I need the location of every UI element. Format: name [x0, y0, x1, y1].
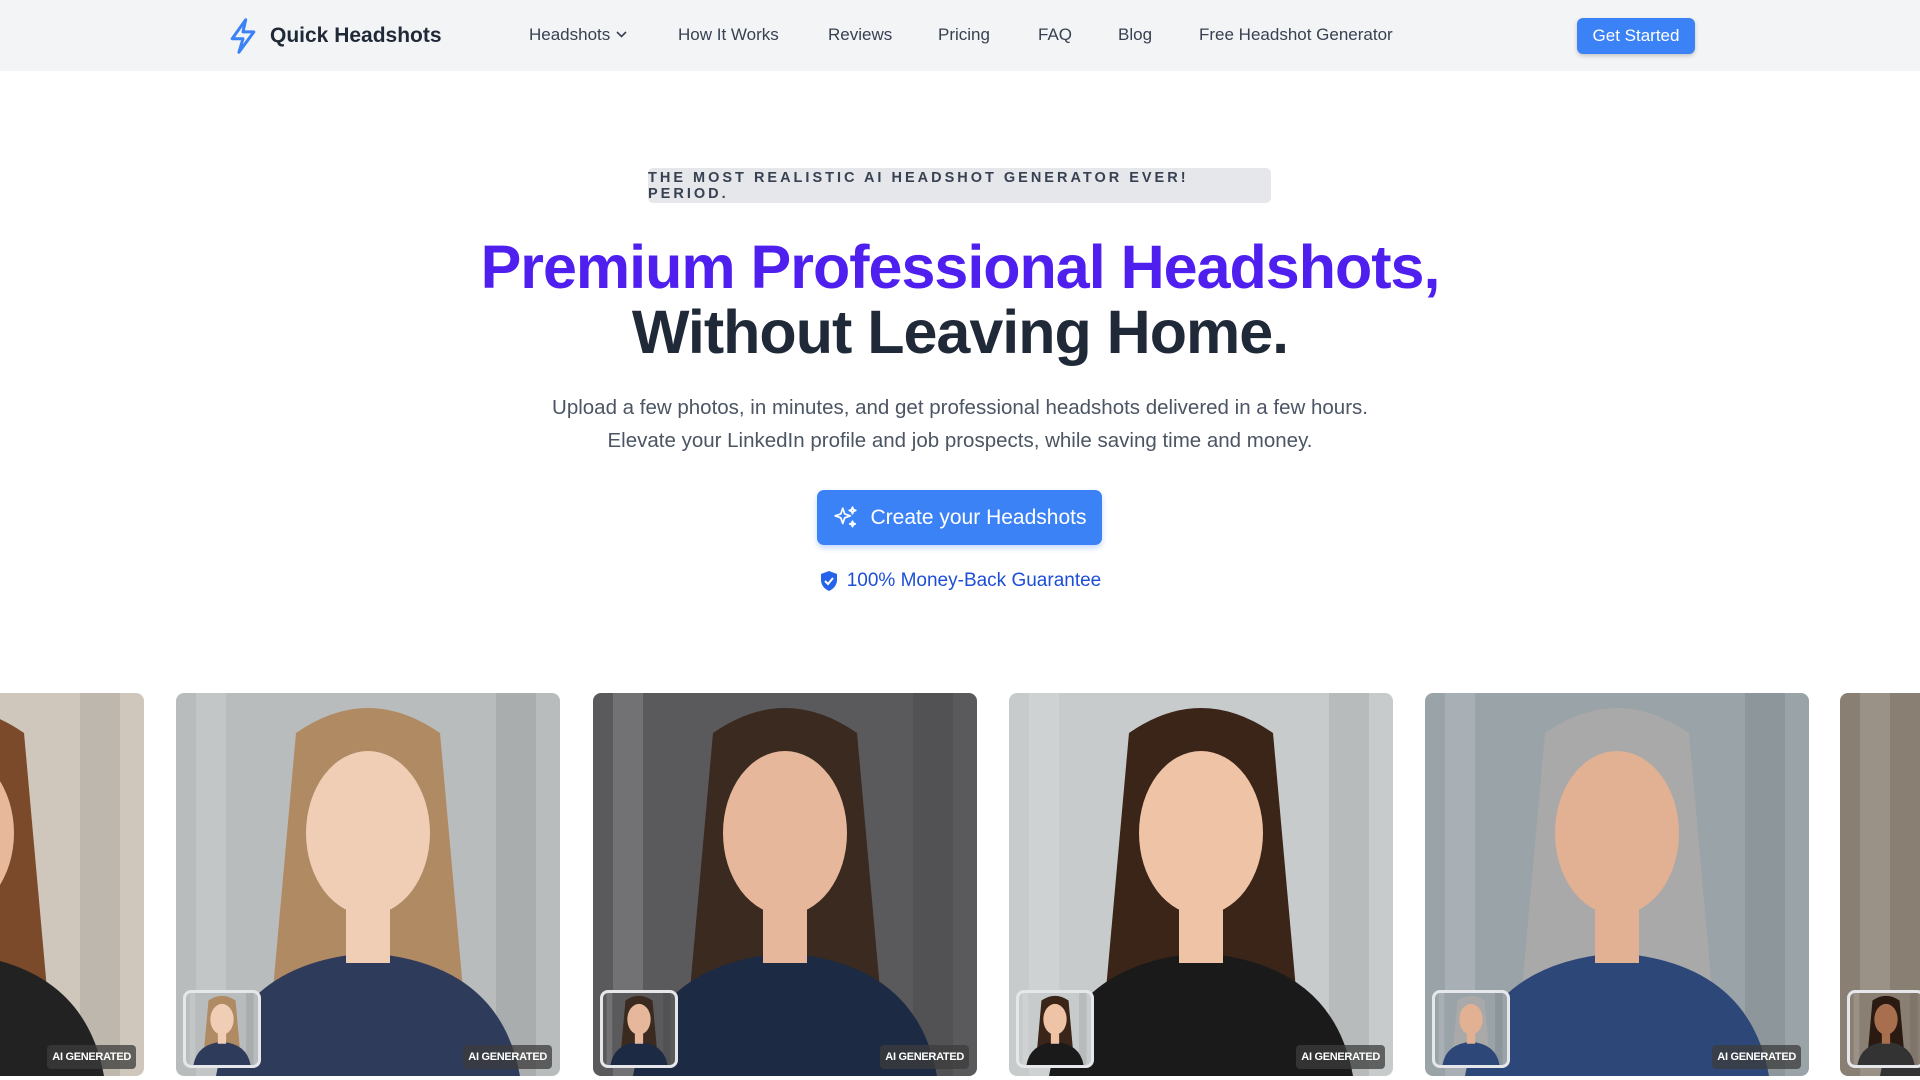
nav-reviews[interactable]: Reviews	[828, 25, 892, 45]
headshot-card[interactable]: AI GENERATED	[1009, 693, 1393, 1076]
headshot-photo	[603, 993, 675, 1065]
headshot-photo	[0, 693, 144, 1076]
sparkles-icon	[833, 505, 857, 528]
ai-generated-label: AI GENERATED	[463, 1045, 552, 1069]
nav-how-it-works[interactable]: How It Works	[678, 25, 779, 45]
ai-generated-label: AI GENERATED	[47, 1045, 136, 1069]
headshot-card[interactable]: AI GENERATED	[176, 693, 560, 1076]
headshot-card[interactable]	[1840, 693, 1920, 1076]
site-header: Quick Headshots Headshots How It Works R…	[0, 0, 1920, 71]
source-photo-thumbnail	[600, 990, 678, 1068]
shield-check-icon	[820, 571, 837, 591]
source-photo-thumbnail	[1016, 990, 1094, 1068]
subtitle-line1: Upload a few photos, in minutes, and get…	[552, 396, 1368, 419]
guarantee-text: 100% Money-Back Guarantee	[846, 570, 1102, 591]
headshot-photo	[1435, 993, 1507, 1065]
brand-name: Quick Headshots	[270, 24, 442, 47]
source-photo-thumbnail	[1432, 990, 1510, 1068]
nav-blog[interactable]: Blog	[1118, 25, 1152, 45]
hero-title-line1: Premium Professional Headshots,	[480, 233, 1441, 301]
get-started-button[interactable]: Get Started	[1577, 18, 1695, 54]
nav-free-generator[interactable]: Free Headshot Generator	[1199, 25, 1393, 45]
headshot-card[interactable]: AI GENERATED	[1425, 693, 1809, 1076]
headshot-card[interactable]: AI GENERATED	[0, 693, 144, 1076]
brand-logo[interactable]: Quick Headshots	[226, 17, 442, 55]
cta-label: Create your Headshots	[870, 505, 1087, 529]
source-photo-thumbnail	[183, 990, 261, 1068]
nav-headshots[interactable]: Headshots	[529, 25, 627, 45]
ai-generated-label: AI GENERATED	[1296, 1045, 1385, 1069]
ai-generated-label: AI GENERATED	[1712, 1045, 1801, 1069]
subtitle-line2: Elevate your LinkedIn profile and job pr…	[607, 429, 1313, 452]
hero-title-line2: Without Leaving Home.	[631, 298, 1289, 366]
ai-generated-label: AI GENERATED	[880, 1045, 969, 1069]
money-back-guarantee[interactable]: 100% Money-Back Guarantee	[0, 570, 1920, 592]
headshot-photo	[186, 993, 258, 1065]
headshot-photo	[1019, 993, 1091, 1065]
headshot-card[interactable]: AI GENERATED	[593, 693, 977, 1076]
nav-faq[interactable]: FAQ	[1038, 25, 1072, 45]
source-photo-thumbnail	[1847, 990, 1920, 1068]
headshot-photo	[1850, 993, 1920, 1065]
nav-pricing[interactable]: Pricing	[938, 25, 990, 45]
nav-label: Headshots	[529, 25, 611, 44]
hero-badge: THE MOST REALISTIC AI HEADSHOT GENERATOR…	[648, 168, 1271, 203]
lightning-icon	[230, 18, 256, 54]
chevron-down-icon	[616, 31, 627, 38]
create-headshots-button[interactable]: Create your Headshots	[817, 490, 1102, 545]
hero-subtitle: Upload a few photos, in minutes, and get…	[0, 391, 1920, 457]
